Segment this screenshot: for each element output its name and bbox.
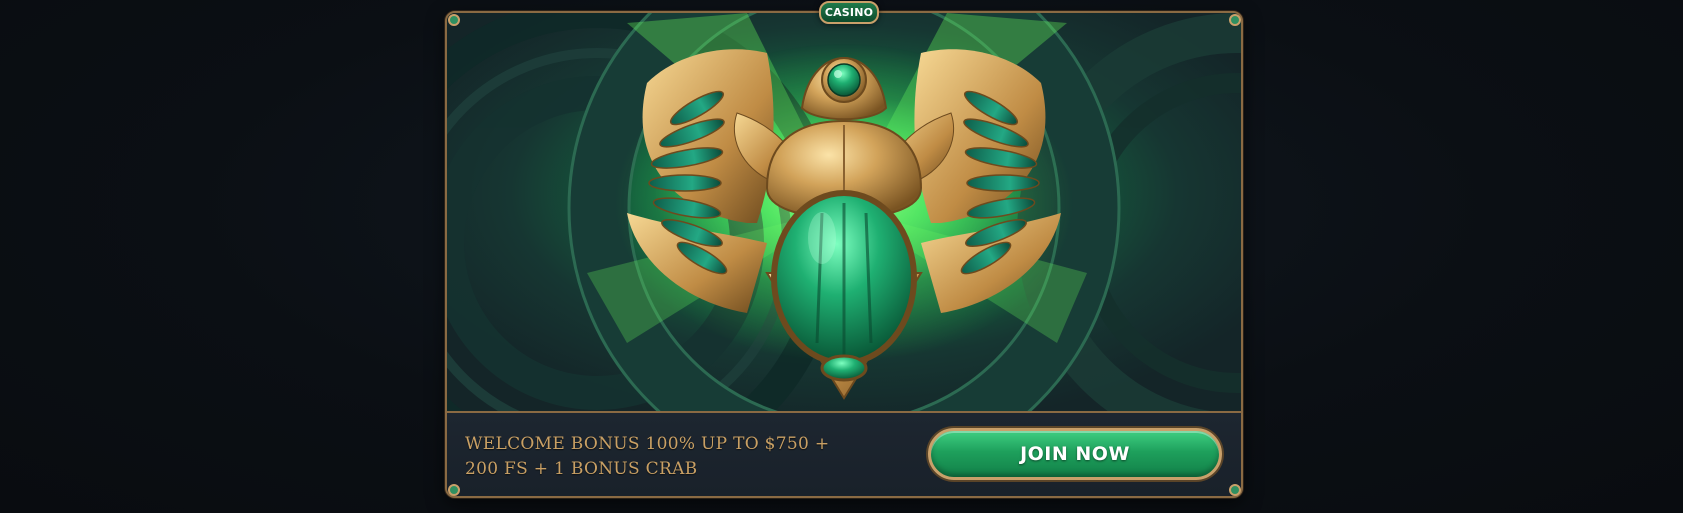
promo-footer: WELCOME BONUS 100% UP TO $750 + 200 FS +… (447, 411, 1241, 496)
casino-badge: CASINO (819, 1, 879, 24)
join-now-button[interactable]: JOIN NOW (928, 428, 1222, 480)
promo-card[interactable]: WELCOME BONUS 100% UP TO $750 + 200 FS +… (445, 11, 1243, 498)
bonus-line-1: WELCOME BONUS 100% UP TO $750 + (465, 434, 830, 454)
scarab-emblem-illustration (447, 13, 1241, 411)
welcome-bonus-text: WELCOME BONUS 100% UP TO $750 + 200 FS +… (465, 432, 865, 482)
hero-artwork (447, 13, 1241, 411)
bonus-line-2: 200 FS + 1 BONUS CRAB (465, 459, 698, 479)
corner-stud-icon (448, 14, 460, 26)
page: CASINO WELCOME BONUS 100% UP TO $750 + 2… (0, 0, 1683, 513)
corner-stud-icon (448, 484, 460, 496)
corner-stud-icon (1229, 14, 1241, 26)
corner-stud-icon (1229, 484, 1241, 496)
